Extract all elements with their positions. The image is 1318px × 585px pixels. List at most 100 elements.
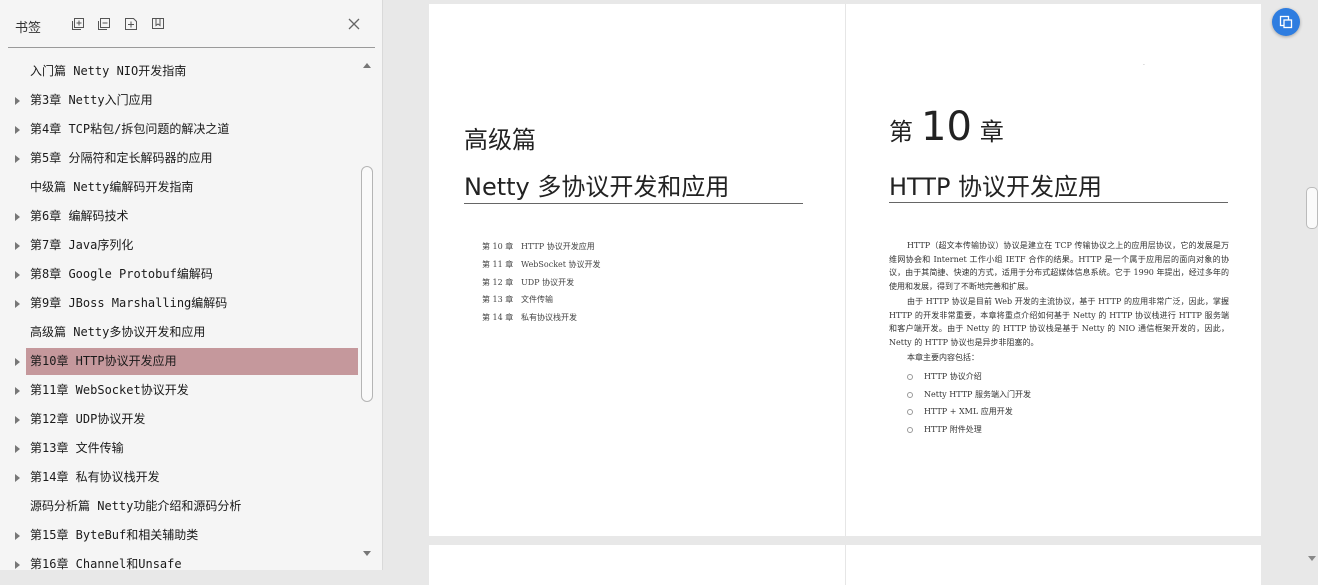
bookmark-label: 第15章 ByteBuf和相关辅助类: [30, 528, 199, 542]
expand-caret-icon[interactable]: [15, 126, 20, 134]
page-gutter: [845, 545, 846, 585]
document-scrollbar-thumb[interactable]: [1306, 187, 1318, 229]
contents-bullet: HTTP 附件处理: [907, 424, 982, 435]
bookmark-label: 中级篇 Netty编解码开发指南: [30, 180, 194, 194]
bookmark-label: 高级篇 Netty多协议开发和应用: [30, 325, 206, 339]
expand-caret-icon[interactable]: [15, 532, 20, 540]
bookmark-item[interactable]: 第5章 分隔符和定长解码器的应用: [15, 145, 358, 172]
bookmark-tree: 入门篇 Netty NIO开发指南 第3章 Netty入门应用第4章 TCP粘包/…: [0, 58, 358, 570]
contents-intro: 本章主要内容包括：: [907, 353, 979, 362]
bookmark-label: 入门篇 Netty NIO开发指南: [30, 64, 187, 78]
contents-bullet: HTTP + XML 应用开发: [907, 406, 1013, 417]
bullet-text: HTTP 附件处理: [924, 424, 982, 434]
expand-caret-icon[interactable]: [15, 300, 20, 308]
bookmark-item[interactable]: 入门篇 Netty NIO开发指南: [26, 58, 358, 85]
contents-bullet: HTTP 协议介绍: [907, 371, 982, 382]
bookmark-label: 第10章 HTTP协议开发应用: [30, 354, 177, 368]
bookmark-icon[interactable]: [151, 17, 165, 31]
toc-title: WebSocket 协议开发: [521, 259, 601, 269]
expand-caret-icon[interactable]: [15, 561, 20, 569]
expand-caret-icon[interactable]: [15, 271, 20, 279]
next-page: [429, 545, 1261, 585]
bookmark-label: 第11章 WebSocket协议开发: [30, 383, 189, 397]
bookmark-item[interactable]: 第3章 Netty入门应用: [15, 87, 358, 114]
add-bookmark-icon[interactable]: [124, 17, 138, 31]
document-scroll-down-icon[interactable]: [1308, 556, 1316, 561]
bookmark-item[interactable]: 中级篇 Netty编解码开发指南: [26, 174, 358, 201]
chapter-number: 10: [921, 104, 972, 150]
bookmark-item[interactable]: 第13章 文件传输: [15, 435, 358, 462]
expand-caret-icon[interactable]: [15, 213, 20, 221]
chapter-title-rule: [889, 202, 1228, 203]
expand-caret-icon[interactable]: [15, 155, 20, 163]
bookmark-label: 第7章 Java序列化: [30, 238, 134, 252]
bookmark-label: 第4章 TCP粘包/拆包问题的解决之道: [30, 122, 230, 136]
chapter-title: HTTP 协议开发应用: [889, 173, 1103, 201]
expand-caret-icon[interactable]: [15, 416, 20, 424]
scrollbar-thumb[interactable]: [361, 166, 373, 402]
bookmark-panel: 书签 入门篇 Netty NIO开发指南 第3章 Netty入门应用第4章 TCP…: [0, 0, 383, 570]
scroll-up-icon[interactable]: [363, 63, 371, 68]
sidebar-scrollbar[interactable]: [360, 60, 374, 560]
expand-caret-icon[interactable]: [15, 387, 20, 395]
bookmark-panel-title: 书签: [15, 21, 42, 36]
bookmark-item[interactable]: 第12章 UDP协议开发: [15, 406, 358, 433]
bookmark-item[interactable]: 第15章 ByteBuf和相关辅助类: [15, 522, 358, 549]
page-view-button[interactable]: [1272, 8, 1300, 36]
bookmark-item[interactable]: 第14章 私有协议栈开发: [15, 464, 358, 491]
expand-caret-icon[interactable]: [15, 358, 20, 366]
chapter-paragraph: HTTP（超文本传输协议）协议是建立在 TCP 传输协议之上的应用层协议，它的发…: [889, 241, 1229, 291]
toc-row: 第 10 章 HTTP 协议开发应用: [482, 241, 595, 252]
close-icon[interactable]: [346, 16, 362, 32]
contents-bullet: Netty HTTP 服务端入门开发: [907, 389, 1031, 400]
bullet-icon: [907, 409, 913, 415]
bookmark-label: 第12章 UDP协议开发: [30, 412, 146, 426]
toc-chapter: 第 10 章: [482, 242, 514, 251]
toc-chapter: 第 11 章: [482, 259, 514, 269]
bookmark-label: 源码分析篇 Netty功能介绍和源码分析: [30, 499, 242, 513]
page-gutter: [845, 4, 846, 536]
part-title: Netty 多协议开发和应用: [464, 173, 730, 201]
bookmark-item[interactable]: 源码分析篇 Netty功能介绍和源码分析: [26, 493, 358, 520]
bookmark-item[interactable]: 第4章 TCP粘包/拆包问题的解决之道: [15, 116, 358, 143]
chapter-paragraph: 由于 HTTP 协议是目前 Web 开发的主流协议，基于 HTTP 的应用非常广…: [889, 297, 1229, 347]
scroll-down-icon[interactable]: [363, 551, 371, 556]
bookmark-item[interactable]: 第11章 WebSocket协议开发: [15, 377, 358, 404]
part-label: 高级篇: [464, 126, 536, 154]
chapter-suffix: 章: [979, 118, 1004, 146]
toc-title: 私有协议栈开发: [521, 313, 577, 323]
bookmark-item[interactable]: 第6章 编解码技术: [15, 203, 358, 230]
chapter-prefix: 第: [889, 118, 913, 146]
bullet-text: Netty HTTP 服务端入门开发: [924, 389, 1031, 399]
bookmark-item[interactable]: 第10章 HTTP协议开发应用: [15, 348, 358, 375]
header-divider: [8, 47, 375, 48]
bookmark-item[interactable]: 高级篇 Netty多协议开发和应用: [26, 319, 358, 346]
bullet-text: HTTP 协议介绍: [924, 372, 982, 381]
toc-row: 第 13 章文件传输: [482, 294, 553, 305]
bookmark-item[interactable]: 第9章 JBoss Marshalling编解码: [15, 290, 358, 317]
chapter-heading: 第 10 章: [889, 104, 1004, 150]
part-title-rule: [464, 203, 803, 204]
bookmark-label: 第16章 Channel和Unsafe: [30, 557, 182, 570]
toc-title: 文件传输: [521, 295, 553, 305]
expand-all-icon[interactable]: [71, 17, 85, 31]
toc-title: HTTP 协议开发应用: [521, 242, 595, 251]
toc-title: UDP 协议开发: [521, 277, 575, 287]
toc-row: 第 11 章 WebSocket 协议开发: [482, 259, 601, 270]
bookmark-label: 第3章 Netty入门应用: [30, 93, 153, 107]
page-mark: ·: [1143, 62, 1145, 69]
bookmark-item[interactable]: 第8章 Google Protobuf编解码: [15, 261, 358, 288]
expand-caret-icon[interactable]: [15, 97, 20, 105]
bookmark-label: 第14章 私有协议栈开发: [30, 470, 160, 484]
bookmark-label: 第5章 分隔符和定长解码器的应用: [30, 151, 213, 165]
bookmark-label: 第6章 编解码技术: [30, 209, 129, 223]
bookmark-label: 第8章 Google Protobuf编解码: [30, 267, 213, 281]
bookmark-label: 第9章 JBoss Marshalling编解码: [30, 296, 228, 310]
expand-caret-icon[interactable]: [15, 242, 20, 250]
bookmark-item[interactable]: 第16章 Channel和Unsafe: [15, 551, 358, 570]
expand-caret-icon[interactable]: [15, 445, 20, 453]
bookmark-item[interactable]: 第7章 Java序列化: [15, 232, 358, 259]
collapse-all-icon[interactable]: [97, 17, 111, 31]
expand-caret-icon[interactable]: [15, 474, 20, 482]
toc-chapter: 第 13 章: [482, 295, 514, 305]
